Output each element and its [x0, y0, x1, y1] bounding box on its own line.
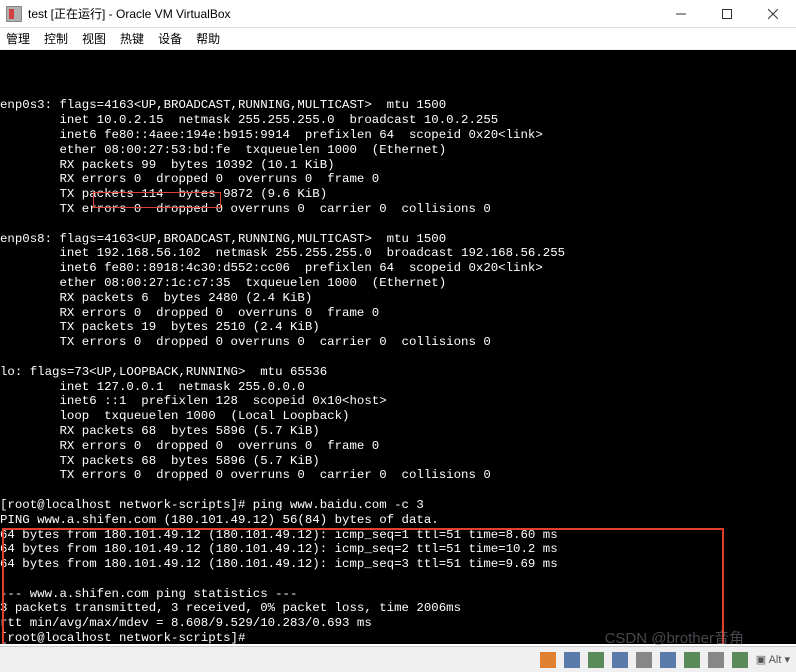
recording-icon[interactable]: [708, 652, 724, 668]
menu-view[interactable]: 视图: [82, 30, 106, 47]
menu-bar: 管理 控制 视图 热键 设备 帮助: [0, 28, 796, 50]
display-icon[interactable]: [684, 652, 700, 668]
shared-folders-icon[interactable]: [660, 652, 676, 668]
terminal-output[interactable]: enp0s3: flags=4163<UP,BROADCAST,RUNNING,…: [0, 50, 796, 644]
close-button[interactable]: [750, 0, 796, 27]
usb-icon[interactable]: [636, 652, 652, 668]
hdd-activity-icon[interactable]: [540, 652, 556, 668]
network-icon[interactable]: [612, 652, 628, 668]
window-controls: [658, 0, 796, 27]
cpu-icon[interactable]: [732, 652, 748, 668]
window-title: test [正在运行] - Oracle VM VirtualBox: [28, 5, 658, 22]
menu-hotkeys[interactable]: 热键: [120, 30, 144, 47]
menu-devices[interactable]: 设备: [158, 30, 182, 47]
menu-control[interactable]: 控制: [44, 30, 68, 47]
window-titlebar: test [正在运行] - Oracle VM VirtualBox: [0, 0, 796, 28]
menu-manage[interactable]: 管理: [6, 30, 30, 47]
vm-status-bar: ▣ Alt ▾: [0, 646, 796, 672]
minimize-button[interactable]: [658, 0, 704, 27]
audio-icon[interactable]: [588, 652, 604, 668]
host-key-indicator: ▣ Alt ▾: [756, 653, 790, 666]
optical-drive-icon[interactable]: [564, 652, 580, 668]
maximize-button[interactable]: [704, 0, 750, 27]
app-icon: [6, 6, 22, 22]
menu-help[interactable]: 帮助: [196, 30, 220, 47]
